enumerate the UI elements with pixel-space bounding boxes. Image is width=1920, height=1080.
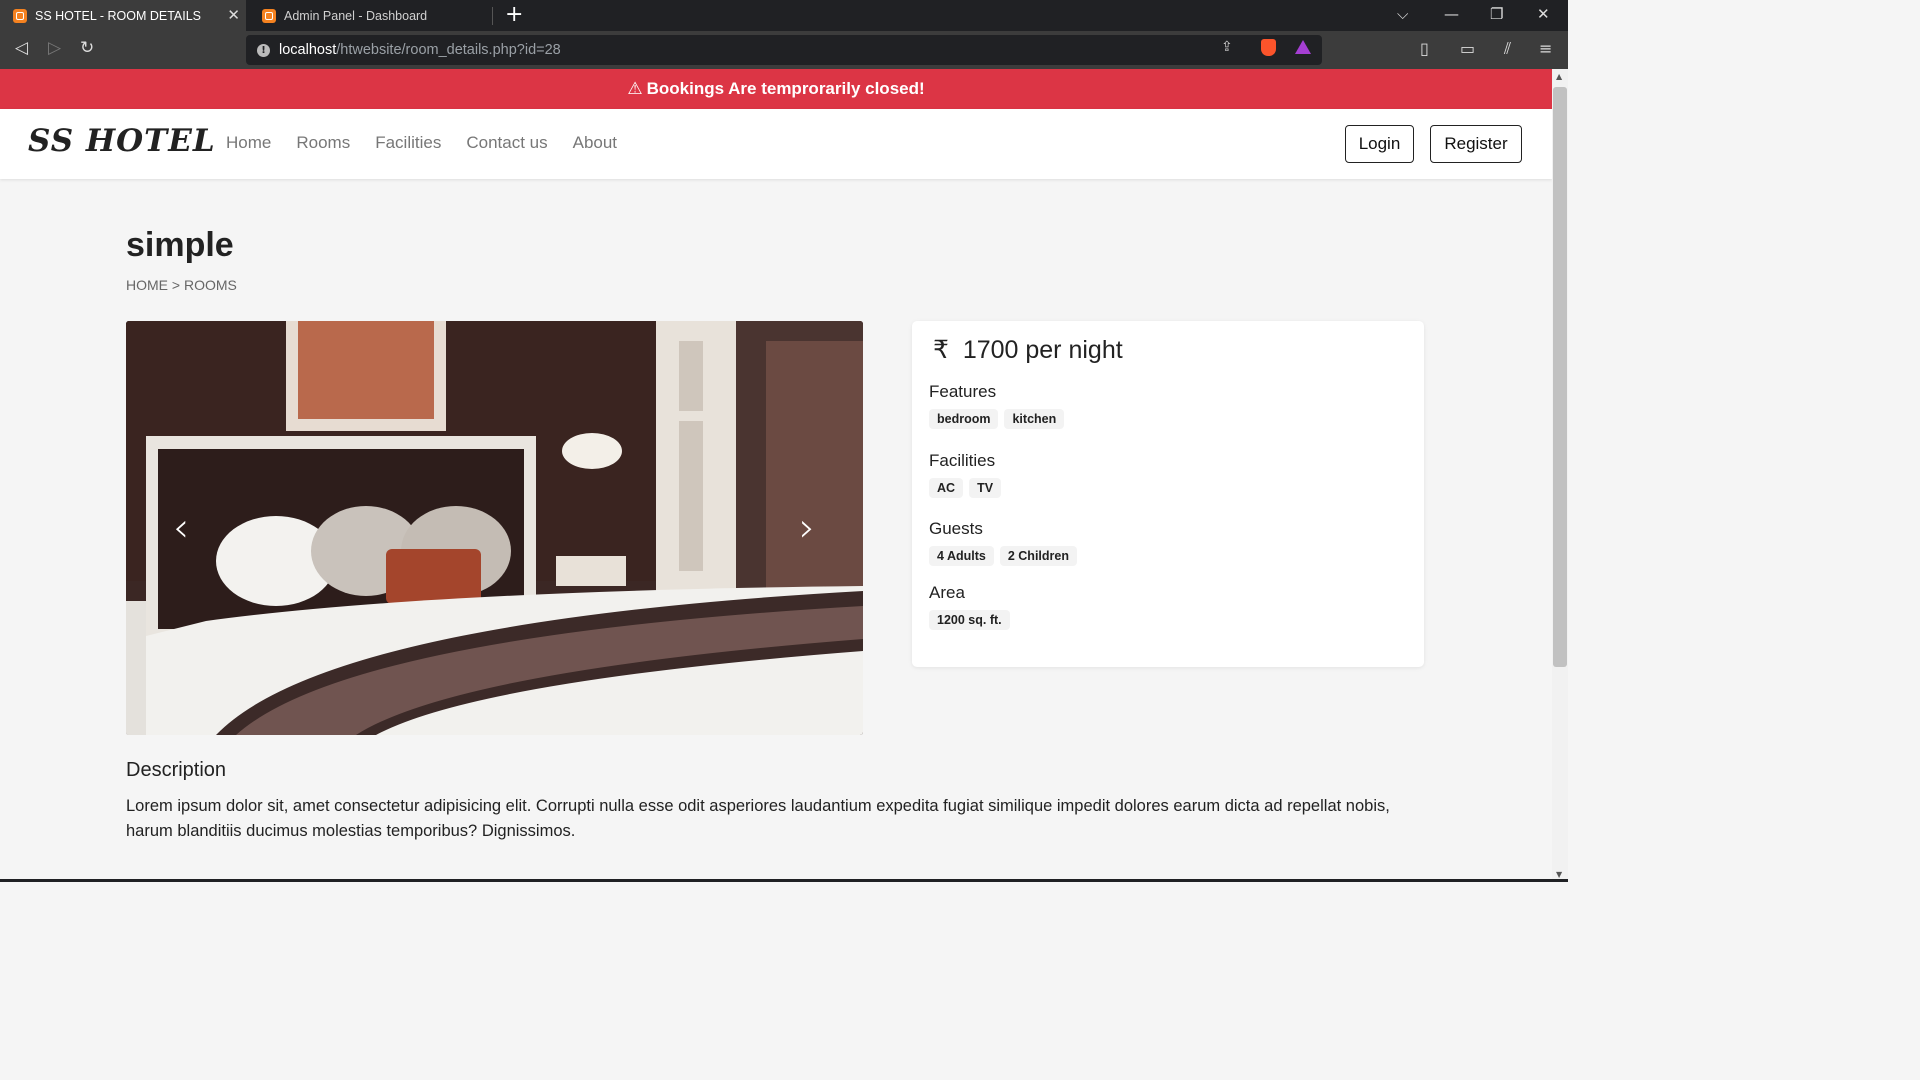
forward-icon[interactable]: ▷ (48, 38, 61, 58)
description-text: Lorem ipsum dolor sit, amet consectetur … (126, 797, 1390, 840)
page-scrollbar[interactable]: ▲ ▼ (1552, 69, 1568, 882)
register-button[interactable]: Register (1430, 125, 1522, 163)
back-icon[interactable]: ◁ (15, 38, 28, 58)
guests-heading: Guests (929, 519, 983, 538)
features-heading: Features (929, 382, 997, 401)
facilities-heading: Facilities (929, 451, 996, 470)
feature-badge: kitchen (1004, 409, 1065, 429)
breadcrumb-home[interactable]: HOME (126, 277, 168, 293)
tab-title: Admin Panel - Dashboard (284, 8, 428, 23)
menu-icon[interactable]: ≡ (1539, 39, 1552, 58)
room-info-card: ₹ 1700 per night Features bedroom kitche… (912, 321, 1424, 667)
nav-rooms-link[interactable]: Rooms (296, 133, 350, 153)
nav-facilities-link[interactable]: Facilities (375, 133, 441, 153)
address-bar[interactable]: ! localhost/htwebsite/room_details.php?i… (246, 35, 1322, 65)
wallet-icon[interactable]: ▭ (1460, 39, 1475, 58)
guest-badge: 2 Children (999, 546, 1077, 566)
room-photo (126, 321, 863, 735)
scrollbar-thumb[interactable] (1553, 87, 1567, 667)
reload-icon[interactable]: ↻ (80, 38, 94, 58)
guest-badge: 4 Adults (929, 546, 994, 566)
nav-links: Home Rooms Facilities Contact us About (226, 133, 617, 153)
area-badge: 1200 sq. ft. (929, 610, 1010, 630)
price: ₹ 1700 per night (933, 335, 1123, 365)
price-text: 1700 per night (962, 336, 1123, 364)
minimize-icon[interactable]: — (1444, 5, 1459, 23)
bookings-closed-alert: ⚠ Bookings Are temprorarily closed! (0, 69, 1552, 109)
rupee-icon: ₹ (933, 336, 949, 364)
warning-icon: ⚠ (627, 79, 643, 98)
share-icon[interactable]: ⇪ (1221, 39, 1233, 55)
browser-toolbar: ◁ ▷ ↻ ! localhost/htwebsite/room_details… (0, 31, 1568, 69)
breadcrumb: HOME > ROOMS (126, 277, 237, 293)
sidebar-icon[interactable]: ▯ (1420, 39, 1429, 58)
room-title: simple (126, 226, 234, 264)
carousel-prev-icon[interactable]: ‹ (161, 503, 201, 553)
tab-search-chevron-icon[interactable]: ⌵ (1397, 5, 1408, 23)
login-button[interactable]: Login (1345, 125, 1414, 163)
url-text: localhost/htwebsite/room_details.php?id=… (279, 42, 561, 58)
area-badges: 1200 sq. ft. (929, 610, 1010, 630)
breadcrumb-separator: > (171, 277, 181, 293)
brave-rewards-icon[interactable] (1295, 40, 1311, 54)
site-navbar: SS HOTEL Home Rooms Facilities Contact u… (0, 109, 1552, 179)
brave-shields-icon[interactable] (1261, 39, 1276, 56)
close-tab-icon[interactable]: ✕ (227, 6, 240, 24)
browser-tabstrip: SS HOTEL - ROOM DETAILS ✕ Admin Panel - … (0, 0, 1568, 31)
nav-contact-link[interactable]: Contact us (466, 133, 547, 153)
site-brand[interactable]: SS HOTEL (28, 123, 216, 159)
facilities-badges: AC TV (929, 478, 1002, 498)
room-image-carousel: ‹ › (126, 321, 863, 735)
scroll-up-icon[interactable]: ▲ (1556, 72, 1562, 81)
facility-badge: TV (969, 478, 1002, 498)
window-close-icon[interactable]: ✕ (1537, 5, 1550, 23)
carousel-next-icon[interactable]: › (787, 503, 827, 553)
features-badges: bedroom kitchen (929, 409, 1065, 429)
window-bottom-edge (0, 879, 1568, 882)
alert-text: Bookings Are temprorarily closed! (646, 79, 925, 98)
site-info-icon[interactable]: ! (257, 43, 270, 57)
nav-about-link[interactable]: About (573, 133, 617, 153)
restore-icon[interactable]: ❐ (1490, 5, 1503, 23)
new-tab-icon[interactable]: + (505, 2, 523, 27)
tab-room-details[interactable]: SS HOTEL - ROOM DETAILS ✕ (0, 0, 246, 31)
area-heading: Area (929, 583, 965, 602)
breadcrumb-rooms[interactable]: ROOMS (184, 277, 237, 293)
nav-home-link[interactable]: Home (226, 133, 271, 153)
feature-badge: bedroom (929, 409, 999, 429)
tab-admin-panel[interactable]: Admin Panel - Dashboard (249, 0, 493, 31)
xampp-favicon-icon (13, 8, 27, 23)
scroll-down-icon[interactable]: ▼ (1556, 870, 1562, 879)
facility-badge: AC (929, 478, 964, 498)
tab-title: SS HOTEL - ROOM DETAILS (35, 8, 201, 23)
guests-badges: 4 Adults 2 Children (929, 546, 1077, 566)
description-heading: Description (126, 759, 227, 781)
profile-icon[interactable]: ⫽ (1504, 39, 1511, 59)
xampp-favicon-icon (262, 8, 276, 23)
tab-divider (492, 7, 493, 25)
